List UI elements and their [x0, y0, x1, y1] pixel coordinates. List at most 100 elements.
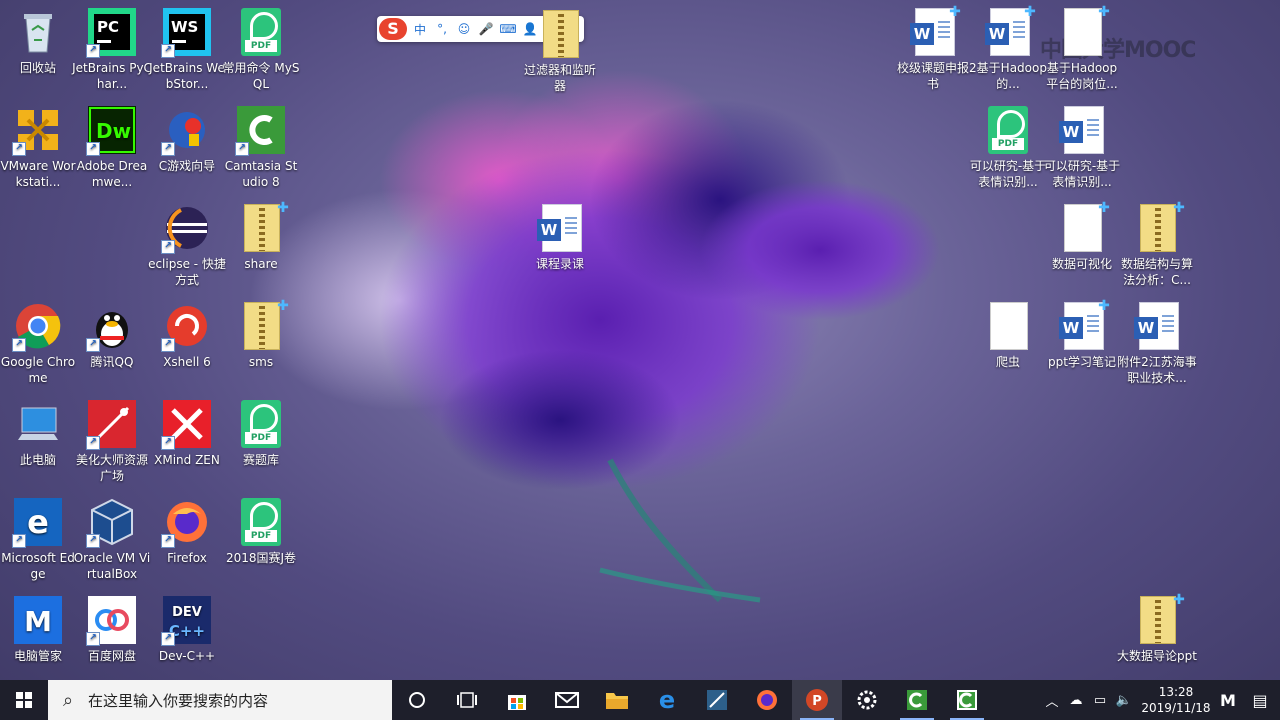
pdf-icon: PDF: [237, 400, 285, 448]
shortcut-arrow-icon: ↗: [86, 142, 100, 156]
desktop-icon-camtasia[interactable]: ↗ Camtasia Studio 8: [223, 104, 299, 198]
desktop-icon-bigdata[interactable]: ✚ 大数据导论ppt: [1117, 592, 1197, 688]
desktop-icon-baidu-netdisk[interactable]: ↗ 百度网盘: [74, 594, 150, 688]
desktop-icon-kecheng[interactable]: W 课程录课: [522, 202, 598, 296]
virtualbox-icon: ↗: [86, 498, 136, 548]
icon-label: 回收站: [19, 61, 56, 75]
shortcut-arrow-icon: ↗: [12, 534, 26, 548]
desktop-icon-qq[interactable]: ↗ 腾讯QQ: [74, 300, 150, 394]
pc-manager-icon: M: [14, 596, 62, 644]
desktop-icon-pptnotes[interactable]: W ✚ ppt学习笔记: [1044, 298, 1120, 394]
icon-label: Google Chrome: [0, 355, 76, 385]
desktop-icon-attach2[interactable]: W 附件2江苏海事职业技术...: [1117, 300, 1197, 394]
chevron-up-icon[interactable]: ︿: [1040, 691, 1064, 710]
folder-icon: [606, 693, 628, 709]
shortcut-arrow-icon: ↗: [12, 142, 26, 156]
desktop-icon-sms[interactable]: ✚ sms: [223, 298, 299, 394]
icon-label: 电脑管家: [13, 649, 62, 663]
sync-icon: ✚: [277, 200, 289, 216]
desktop-icon-pc-manager[interactable]: M 电脑管家: [0, 594, 76, 688]
taskbar-settings[interactable]: [842, 680, 892, 720]
start-button[interactable]: [0, 680, 48, 720]
desktop-icon-dataviz[interactable]: ✚ 数据可视化: [1044, 200, 1120, 296]
taskbar-camtasia[interactable]: [942, 680, 992, 720]
desktop-icon-mysql-pdf[interactable]: PDF 常用命令 MySQL: [223, 6, 299, 100]
baidu-netdisk-icon: ↗: [86, 596, 136, 646]
desktop-icon-xmind[interactable]: ↗ XMind ZEN: [149, 398, 225, 492]
cortana-icon: [409, 692, 425, 708]
desktop-icon-xshell[interactable]: ↗ Xshell 6: [149, 300, 225, 394]
icon-label: share: [244, 257, 278, 271]
c-game-icon: ↗: [161, 106, 211, 156]
cortana-button[interactable]: [392, 680, 442, 720]
desktop-icon-jiaoji[interactable]: W ✚ 校级课题申报书: [895, 4, 971, 100]
desktop-icon-crawler[interactable]: 爬虫: [970, 300, 1046, 394]
desktop-icon-eclipse[interactable]: ↗ eclipse - 快捷方式: [148, 202, 226, 296]
desktop-icon-filter[interactable]: 过滤器和监听器: [522, 8, 598, 102]
battery-icon[interactable]: ▭: [1088, 693, 1112, 708]
taskbar-vmware[interactable]: [692, 680, 742, 720]
desktop-icon-vmware[interactable]: ↗ VMware Workstati...: [0, 104, 76, 198]
icon-label: 过滤器和监听器: [523, 63, 596, 93]
desktop-icon-saiti-pdf[interactable]: PDF 赛题库: [223, 398, 299, 492]
taskbar-mail[interactable]: [542, 680, 592, 720]
taskbar-store[interactable]: [492, 680, 542, 720]
ime-punctuation[interactable]: °,: [433, 22, 451, 36]
taskbar-powerpoint[interactable]: P: [792, 680, 842, 720]
desktop-icon-research-pdf[interactable]: PDF 可以研究-基于表情识别...: [970, 104, 1046, 198]
desktop-icon-hadoop-job[interactable]: ✚ 基于Hadoop平台的岗位...: [1044, 4, 1120, 100]
desktop-icon-edge[interactable]: e ↗ Microsoft Edge: [0, 496, 76, 590]
clock[interactable]: 13:28 2019/11/18: [1136, 684, 1216, 716]
vmware-icon: ↗: [12, 106, 62, 156]
desktop-icon-dreamweaver[interactable]: Dw ↗ Adobe Dreamwe...: [74, 104, 150, 198]
sync-icon: ✚: [1024, 4, 1036, 20]
sogou-logo-icon[interactable]: S: [379, 18, 407, 40]
svg-text:Dw: Dw: [96, 119, 131, 143]
desktop-icon-c-game[interactable]: ↗ C游戏向导: [149, 104, 225, 198]
desktop-icon-this-pc[interactable]: 此电脑: [0, 398, 76, 492]
desktop-icon-recycle-bin[interactable]: 回收站: [0, 6, 76, 100]
desktop-icon-devcpp[interactable]: DEV C++ ↗ Dev-C++: [149, 594, 225, 688]
taskbar-edge[interactable]: e: [642, 680, 692, 720]
taskbar-firefox[interactable]: [742, 680, 792, 720]
taskbar-file-explorer[interactable]: [592, 680, 642, 720]
notification-icon[interactable]: ▤: [1240, 691, 1280, 710]
icon-label: 校级课题申报书: [896, 61, 969, 91]
cloud-icon[interactable]: ☁: [1064, 693, 1088, 708]
icon-label: 基于Hadoop平台的岗位...: [1046, 61, 1118, 91]
desktop-icon-guosai-pdf[interactable]: PDF 2018国赛J卷: [223, 496, 299, 590]
taskbar-camtasia-recorder[interactable]: [892, 680, 942, 720]
desktop-icon-hadoop2[interactable]: W ✚ 2基于Hadoop的...: [969, 4, 1047, 100]
desktop-icon-share[interactable]: ✚ share: [223, 200, 299, 296]
chrome-icon: ↗: [12, 302, 62, 352]
plain-doc-icon: [984, 302, 1032, 350]
desktop-icon-chrome[interactable]: ↗ Google Chrome: [0, 300, 76, 394]
desktop-icon-virtualbox[interactable]: ↗ Oracle VM VirtualBox: [74, 496, 150, 590]
desktop-icon-firefox[interactable]: ↗ Firefox: [149, 496, 225, 590]
icon-label: XMind ZEN: [154, 453, 220, 467]
ime-voice-icon[interactable]: 🎤: [477, 22, 495, 36]
meihua-icon: ↗: [86, 400, 136, 450]
ime-emoji-icon[interactable]: ☺: [455, 22, 473, 36]
icon-label: Xshell 6: [163, 355, 211, 369]
task-view-button[interactable]: [442, 680, 492, 720]
svg-text:e: e: [27, 503, 49, 541]
desktop-icon-datastruct[interactable]: ✚ 数据结构与算法分析：C...: [1119, 200, 1195, 296]
icon-label: 爬虫: [995, 355, 1020, 369]
icon-label: JetBrains PyChar...: [72, 61, 152, 91]
mail-icon: [555, 692, 579, 708]
desktop-icon-research-doc[interactable]: W 可以研究-基于表情识别...: [1044, 104, 1120, 198]
desktop-icon-pycharm[interactable]: PC ↗ JetBrains PyChar...: [72, 6, 152, 100]
shortcut-arrow-icon: ↗: [86, 338, 100, 352]
desktop-icon-webstorm[interactable]: WS ↗ JetBrains WebStor...: [149, 6, 225, 100]
eclipse-icon: ↗: [161, 204, 211, 254]
recycle-bin-icon: [14, 8, 62, 56]
ime-chinese-mode[interactable]: 中: [411, 21, 429, 38]
desktop-icon-meihua[interactable]: ↗ 美化大师资源广场: [74, 398, 150, 492]
taskbar-search-box[interactable]: ⌕ 在这里输入你要搜索的内容: [48, 680, 392, 720]
volume-icon[interactable]: 🔈: [1112, 693, 1136, 708]
ime-keyboard-icon[interactable]: ⌨: [499, 22, 517, 36]
shortcut-arrow-icon: ↗: [86, 44, 100, 58]
pc-manager-tray-icon[interactable]: M: [1216, 691, 1240, 710]
shortcut-arrow-icon: ↗: [161, 142, 175, 156]
